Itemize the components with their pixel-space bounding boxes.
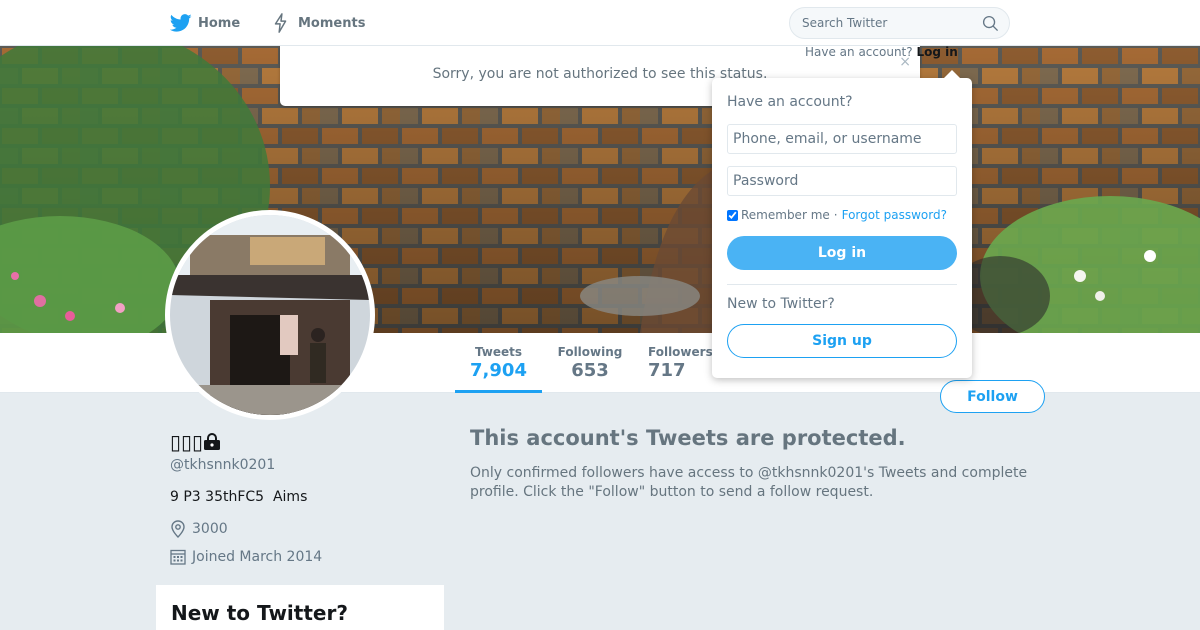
top-navigation-bar: Home Moments: [0, 0, 1200, 46]
new-to-twitter-card: New to Twitter?: [156, 585, 444, 630]
dropdown-new-label: New to Twitter?: [727, 296, 835, 312]
protected-text: Only confirmed followers have access to …: [470, 465, 1028, 500]
remember-label[interactable]: Remember me: [741, 208, 830, 222]
password-field[interactable]: [727, 166, 957, 196]
dropdown-title: Have an account?: [727, 94, 853, 110]
stat-tweets-value: 7,904: [470, 360, 527, 381]
dropdown-caret: [944, 70, 960, 78]
profile-joined: Joined March 2014: [170, 548, 322, 565]
search-box: [789, 7, 1010, 39]
profile-location: 3000: [170, 520, 228, 538]
have-account-link: Have an account? Log in: [805, 45, 958, 59]
username-field[interactable]: [727, 124, 957, 154]
profile-name-text: ▯▯▯: [170, 430, 204, 454]
calendar-icon: [170, 549, 186, 565]
dropdown-divider: [727, 284, 957, 285]
search-input[interactable]: [790, 8, 970, 38]
stat-following-value: 653: [571, 360, 609, 381]
nav-home-label: Home: [198, 15, 241, 31]
remember-row: Remember me · Forgot password?: [727, 208, 947, 222]
lightning-icon: [274, 13, 287, 33]
profile-joined-text: Joined March 2014: [192, 548, 323, 565]
location-icon: [171, 520, 185, 538]
profile-handle[interactable]: @tkhsnnk0201: [170, 457, 275, 473]
follow-button[interactable]: Follow: [940, 380, 1045, 413]
stat-following[interactable]: Following 653: [545, 333, 635, 393]
login-button[interactable]: Log in: [727, 236, 957, 270]
twitter-bird-icon: [170, 14, 192, 32]
login-link[interactable]: Log in: [916, 45, 957, 59]
profile-bio: 9 P3 35thFC5 Aims: [170, 489, 308, 505]
protected-title: This account's Tweets are protected.: [470, 426, 906, 450]
stat-tweets[interactable]: Tweets 7,904: [455, 333, 542, 393]
avatar[interactable]: [165, 210, 375, 420]
nav-moments-label: Moments: [298, 15, 366, 31]
stat-tweets-label: Tweets: [474, 345, 523, 359]
lock-icon: [204, 433, 221, 450]
profile-name: ▯▯▯: [170, 430, 221, 454]
nav-moments[interactable]: Moments: [270, 0, 365, 46]
new-card-title: New to Twitter?: [171, 601, 348, 625]
profile-location-text: 3000: [192, 521, 228, 537]
remember-checkbox[interactable]: [727, 209, 738, 221]
stat-following-label: Following: [557, 345, 623, 359]
signup-button[interactable]: Sign up: [727, 324, 957, 358]
nav-home[interactable]: Home: [170, 0, 240, 46]
search-icon[interactable]: [982, 15, 999, 32]
have-account-text: Have an account?: [805, 45, 913, 59]
login-dropdown: Have an account? Remember me · Forgot pa…: [712, 70, 972, 378]
remember-separator: ·: [833, 208, 838, 222]
forgot-password-link[interactable]: Forgot password?: [842, 208, 947, 222]
